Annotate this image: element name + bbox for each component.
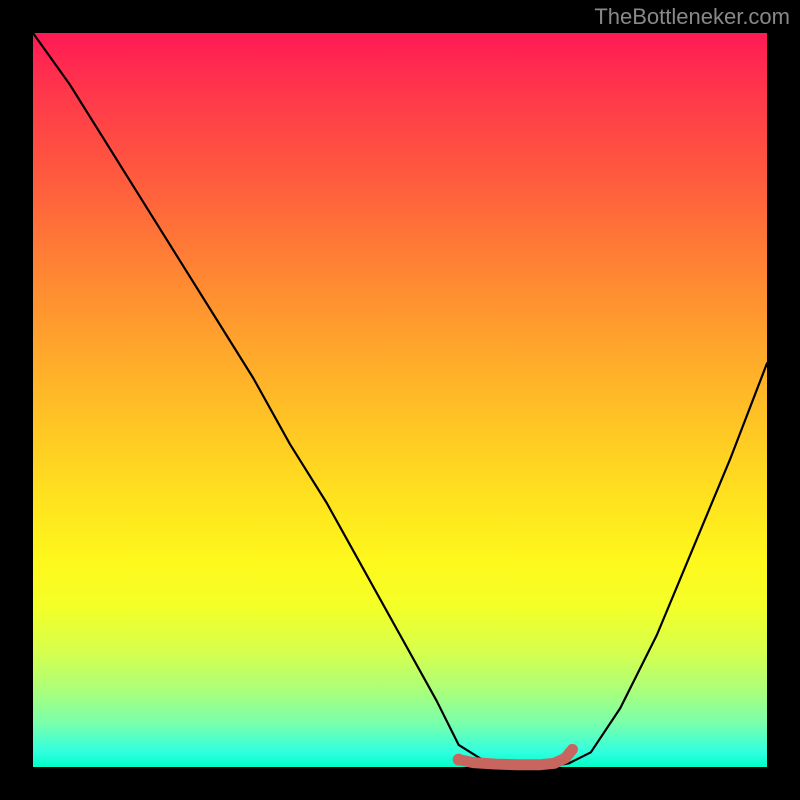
plot-area: [33, 33, 767, 767]
highlight-start-dot: [453, 754, 465, 766]
bottleneck-curve: [33, 33, 767, 767]
chart-svg: [33, 33, 767, 767]
highlight-segment: [459, 749, 573, 764]
watermark-text: TheBottleneker.com: [594, 4, 790, 30]
